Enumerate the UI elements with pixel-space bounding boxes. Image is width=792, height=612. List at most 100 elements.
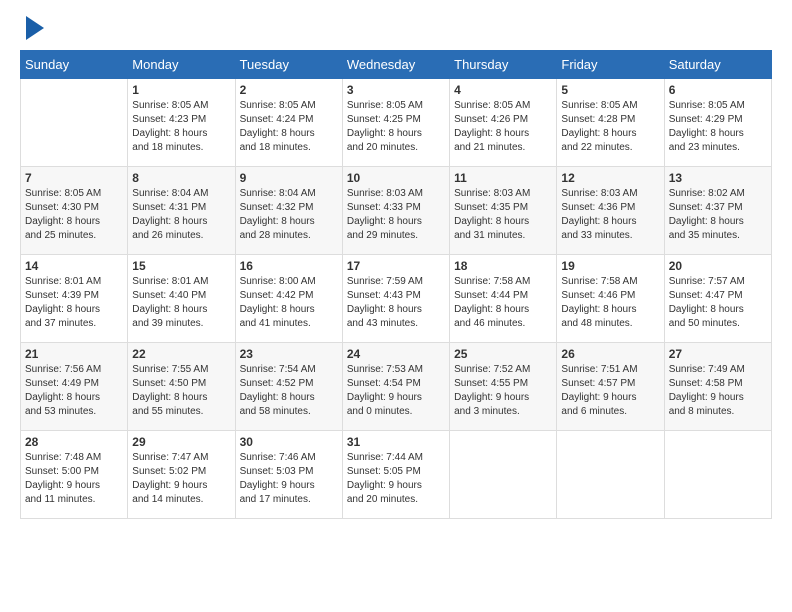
calendar-cell	[664, 431, 771, 519]
day-number: 8	[132, 171, 230, 185]
day-number: 15	[132, 259, 230, 273]
calendar-cell	[557, 431, 664, 519]
day-info: Sunrise: 7:59 AM Sunset: 4:43 PM Dayligh…	[347, 275, 445, 331]
day-info: Sunrise: 7:49 AM Sunset: 4:58 PM Dayligh…	[669, 363, 767, 419]
day-info: Sunrise: 7:55 AM Sunset: 4:50 PM Dayligh…	[132, 363, 230, 419]
calendar-cell: 25 Sunrise: 7:52 AM Sunset: 4:55 PM Dayli…	[450, 343, 557, 431]
calendar-cell: 21 Sunrise: 7:56 AM Sunset: 4:49 PM Dayli…	[21, 343, 128, 431]
weekday-header: Monday	[128, 51, 235, 79]
day-number: 14	[25, 259, 123, 273]
calendar-cell: 24 Sunrise: 7:53 AM Sunset: 4:54 PM Dayli…	[342, 343, 449, 431]
day-number: 1	[132, 83, 230, 97]
calendar-cell: 13 Sunrise: 8:02 AM Sunset: 4:37 PM Dayli…	[664, 167, 771, 255]
day-info: Sunrise: 7:58 AM Sunset: 4:44 PM Dayligh…	[454, 275, 552, 331]
logo-arrow-icon	[26, 16, 44, 40]
weekday-header: Friday	[557, 51, 664, 79]
weekday-header: Tuesday	[235, 51, 342, 79]
weekday-header: Thursday	[450, 51, 557, 79]
day-info: Sunrise: 7:51 AM Sunset: 4:57 PM Dayligh…	[561, 363, 659, 419]
calendar-cell: 23 Sunrise: 7:54 AM Sunset: 4:52 PM Dayli…	[235, 343, 342, 431]
calendar-cell: 5Sunrise: 8:05 AM Sunset: 4:28 PM Daylig…	[557, 79, 664, 167]
day-info: Sunrise: 7:47 AM Sunset: 5:02 PM Dayligh…	[132, 451, 230, 507]
calendar-week-row: 14Sunrise: 8:01 AM Sunset: 4:39 PM Dayli…	[21, 255, 772, 343]
calendar-cell: 22 Sunrise: 7:55 AM Sunset: 4:50 PM Dayli…	[128, 343, 235, 431]
day-number: 10	[347, 171, 445, 185]
day-info: Sunrise: 7:54 AM Sunset: 4:52 PM Dayligh…	[240, 363, 338, 419]
calendar-cell: 29 Sunrise: 7:47 AM Sunset: 5:02 PM Dayli…	[128, 431, 235, 519]
calendar-week-row: 21 Sunrise: 7:56 AM Sunset: 4:49 PM Dayli…	[21, 343, 772, 431]
day-info: Sunrise: 8:01 AM Sunset: 4:40 PM Dayligh…	[132, 275, 230, 331]
calendar-cell: 16Sunrise: 8:00 AM Sunset: 4:42 PM Dayli…	[235, 255, 342, 343]
calendar-cell: 14Sunrise: 8:01 AM Sunset: 4:39 PM Dayli…	[21, 255, 128, 343]
day-number: 6	[669, 83, 767, 97]
calendar-cell: 9 Sunrise: 8:04 AM Sunset: 4:32 PM Daylig…	[235, 167, 342, 255]
day-number: 4	[454, 83, 552, 97]
day-info: Sunrise: 7:46 AM Sunset: 5:03 PM Dayligh…	[240, 451, 338, 507]
day-info: Sunrise: 8:03 AM Sunset: 4:36 PM Dayligh…	[561, 187, 659, 243]
calendar-cell: 6 Sunrise: 8:05 AM Sunset: 4:29 PM Daylig…	[664, 79, 771, 167]
calendar-cell: 3Sunrise: 8:05 AM Sunset: 4:25 PM Daylig…	[342, 79, 449, 167]
day-number: 22	[132, 347, 230, 361]
day-info: Sunrise: 7:56 AM Sunset: 4:49 PM Dayligh…	[25, 363, 123, 419]
calendar-cell: 11 Sunrise: 8:03 AM Sunset: 4:35 PM Dayli…	[450, 167, 557, 255]
day-info: Sunrise: 8:02 AM Sunset: 4:37 PM Dayligh…	[669, 187, 767, 243]
day-number: 7	[25, 171, 123, 185]
day-info: Sunrise: 7:58 AM Sunset: 4:46 PM Dayligh…	[561, 275, 659, 331]
day-number: 31	[347, 435, 445, 449]
calendar-cell: 1Sunrise: 8:05 AM Sunset: 4:23 PM Daylig…	[128, 79, 235, 167]
calendar-week-row: 7Sunrise: 8:05 AM Sunset: 4:30 PM Daylig…	[21, 167, 772, 255]
day-number: 18	[454, 259, 552, 273]
calendar-cell	[21, 79, 128, 167]
day-info: Sunrise: 8:05 AM Sunset: 4:24 PM Dayligh…	[240, 99, 338, 155]
day-number: 27	[669, 347, 767, 361]
day-number: 12	[561, 171, 659, 185]
day-number: 17	[347, 259, 445, 273]
day-number: 9	[240, 171, 338, 185]
calendar-cell: 28Sunrise: 7:48 AM Sunset: 5:00 PM Dayli…	[21, 431, 128, 519]
day-info: Sunrise: 7:53 AM Sunset: 4:54 PM Dayligh…	[347, 363, 445, 419]
calendar-cell: 12 Sunrise: 8:03 AM Sunset: 4:36 PM Dayli…	[557, 167, 664, 255]
calendar-cell: 31 Sunrise: 7:44 AM Sunset: 5:05 PM Dayli…	[342, 431, 449, 519]
weekday-header-row: SundayMondayTuesdayWednesdayThursdayFrid…	[21, 51, 772, 79]
weekday-header: Saturday	[664, 51, 771, 79]
day-info: Sunrise: 8:04 AM Sunset: 4:32 PM Dayligh…	[240, 187, 338, 243]
calendar-cell: 20 Sunrise: 7:57 AM Sunset: 4:47 PM Dayli…	[664, 255, 771, 343]
calendar-cell: 8 Sunrise: 8:04 AM Sunset: 4:31 PM Daylig…	[128, 167, 235, 255]
day-number: 3	[347, 83, 445, 97]
day-info: Sunrise: 8:03 AM Sunset: 4:35 PM Dayligh…	[454, 187, 552, 243]
day-number: 13	[669, 171, 767, 185]
calendar-week-row: 1Sunrise: 8:05 AM Sunset: 4:23 PM Daylig…	[21, 79, 772, 167]
calendar-cell: 18 Sunrise: 7:58 AM Sunset: 4:44 PM Dayli…	[450, 255, 557, 343]
day-number: 25	[454, 347, 552, 361]
calendar-cell: 17 Sunrise: 7:59 AM Sunset: 4:43 PM Dayli…	[342, 255, 449, 343]
day-number: 29	[132, 435, 230, 449]
calendar-cell: 4 Sunrise: 8:05 AM Sunset: 4:26 PM Daylig…	[450, 79, 557, 167]
day-info: Sunrise: 8:05 AM Sunset: 4:26 PM Dayligh…	[454, 99, 552, 155]
day-number: 30	[240, 435, 338, 449]
day-number: 23	[240, 347, 338, 361]
day-info: Sunrise: 7:44 AM Sunset: 5:05 PM Dayligh…	[347, 451, 445, 507]
day-number: 26	[561, 347, 659, 361]
calendar-cell: 27 Sunrise: 7:49 AM Sunset: 4:58 PM Dayli…	[664, 343, 771, 431]
calendar-cell: 7Sunrise: 8:05 AM Sunset: 4:30 PM Daylig…	[21, 167, 128, 255]
logo	[20, 20, 44, 40]
day-info: Sunrise: 8:03 AM Sunset: 4:33 PM Dayligh…	[347, 187, 445, 243]
day-number: 16	[240, 259, 338, 273]
day-number: 21	[25, 347, 123, 361]
calendar-cell: 2Sunrise: 8:05 AM Sunset: 4:24 PM Daylig…	[235, 79, 342, 167]
day-number: 19	[561, 259, 659, 273]
day-number: 11	[454, 171, 552, 185]
day-info: Sunrise: 8:05 AM Sunset: 4:29 PM Dayligh…	[669, 99, 767, 155]
calendar-cell: 10 Sunrise: 8:03 AM Sunset: 4:33 PM Dayli…	[342, 167, 449, 255]
day-info: Sunrise: 7:52 AM Sunset: 4:55 PM Dayligh…	[454, 363, 552, 419]
day-number: 20	[669, 259, 767, 273]
calendar-cell	[450, 431, 557, 519]
calendar-cell: 15 Sunrise: 8:01 AM Sunset: 4:40 PM Dayli…	[128, 255, 235, 343]
day-info: Sunrise: 7:57 AM Sunset: 4:47 PM Dayligh…	[669, 275, 767, 331]
calendar-cell: 26 Sunrise: 7:51 AM Sunset: 4:57 PM Dayli…	[557, 343, 664, 431]
page-header	[20, 20, 772, 40]
day-info: Sunrise: 8:05 AM Sunset: 4:28 PM Dayligh…	[561, 99, 659, 155]
day-info: Sunrise: 8:04 AM Sunset: 4:31 PM Dayligh…	[132, 187, 230, 243]
day-number: 24	[347, 347, 445, 361]
calendar-table: SundayMondayTuesdayWednesdayThursdayFrid…	[20, 50, 772, 519]
